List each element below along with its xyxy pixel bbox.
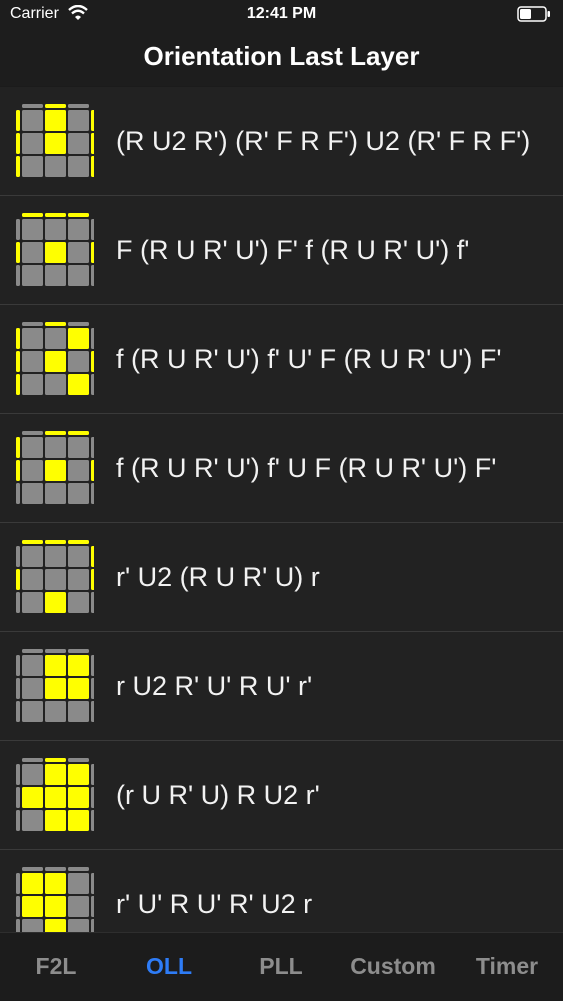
tab-bar: F2L OLL PLL Custom Timer xyxy=(0,932,563,1001)
algorithm-text: (R U2 R') (R' F R F') U2 (R' F R F') xyxy=(116,126,531,156)
tab-custom[interactable]: Custom xyxy=(338,953,448,980)
oll-pattern-icon xyxy=(16,867,94,932)
algorithm-text: F (R U R' U') F' f (R U R' U') f' xyxy=(116,235,470,265)
list-item[interactable]: r' U2 (R U R' U) r xyxy=(0,523,563,632)
algorithm-text: r' U2 (R U R' U) r xyxy=(116,562,320,592)
status-bar: Carrier 12:41 PM xyxy=(0,0,563,30)
algorithm-text: f (R U R' U') f' U' F (R U R' U') F' xyxy=(116,344,502,374)
algorithm-text: (r U R' U) R U2 r' xyxy=(116,780,320,810)
tab-pll[interactable]: PLL xyxy=(226,953,336,980)
list-item[interactable]: (R U2 R') (R' F R F') U2 (R' F R F') xyxy=(0,87,563,196)
algorithm-text: r U2 R' U' R U' r' xyxy=(116,671,313,701)
oll-pattern-icon xyxy=(16,540,94,614)
page-title: Orientation Last Layer xyxy=(143,41,420,71)
algorithm-text: r' U' R U' R' U2 r xyxy=(116,889,313,919)
list-item[interactable]: f (R U R' U') f' U' F (R U R' U') F' xyxy=(0,305,563,414)
list-item[interactable]: r U2 R' U' R U' r' xyxy=(0,632,563,741)
tab-f2l[interactable]: F2L xyxy=(1,953,111,980)
tab-oll[interactable]: OLL xyxy=(114,953,224,980)
battery-icon xyxy=(517,6,551,22)
status-time: 12:41 PM xyxy=(246,5,317,22)
algorithm-text: f (R U R' U') f' U F (R U R' U') F' xyxy=(116,453,497,483)
algorithm-list[interactable]: (R U2 R') (R' F R F') U2 (R' F R F') F (R… xyxy=(0,87,563,932)
navigation-bar: Orientation Last Layer xyxy=(0,30,563,86)
oll-pattern-icon xyxy=(16,431,94,505)
oll-pattern-icon xyxy=(16,213,94,287)
list-item[interactable]: (r U R' U) R U2 r' xyxy=(0,741,563,850)
list-item[interactable]: f (R U R' U') f' U F (R U R' U') F' xyxy=(0,414,563,523)
list-item[interactable]: F (R U R' U') F' f (R U R' U') f' xyxy=(0,196,563,305)
oll-pattern-icon xyxy=(16,649,94,723)
tab-timer[interactable]: Timer xyxy=(452,953,562,980)
oll-pattern-icon xyxy=(16,104,94,178)
list-item[interactable]: r' U' R U' R' U2 r xyxy=(0,850,563,932)
oll-pattern-icon xyxy=(16,322,94,396)
oll-pattern-icon xyxy=(16,758,94,832)
